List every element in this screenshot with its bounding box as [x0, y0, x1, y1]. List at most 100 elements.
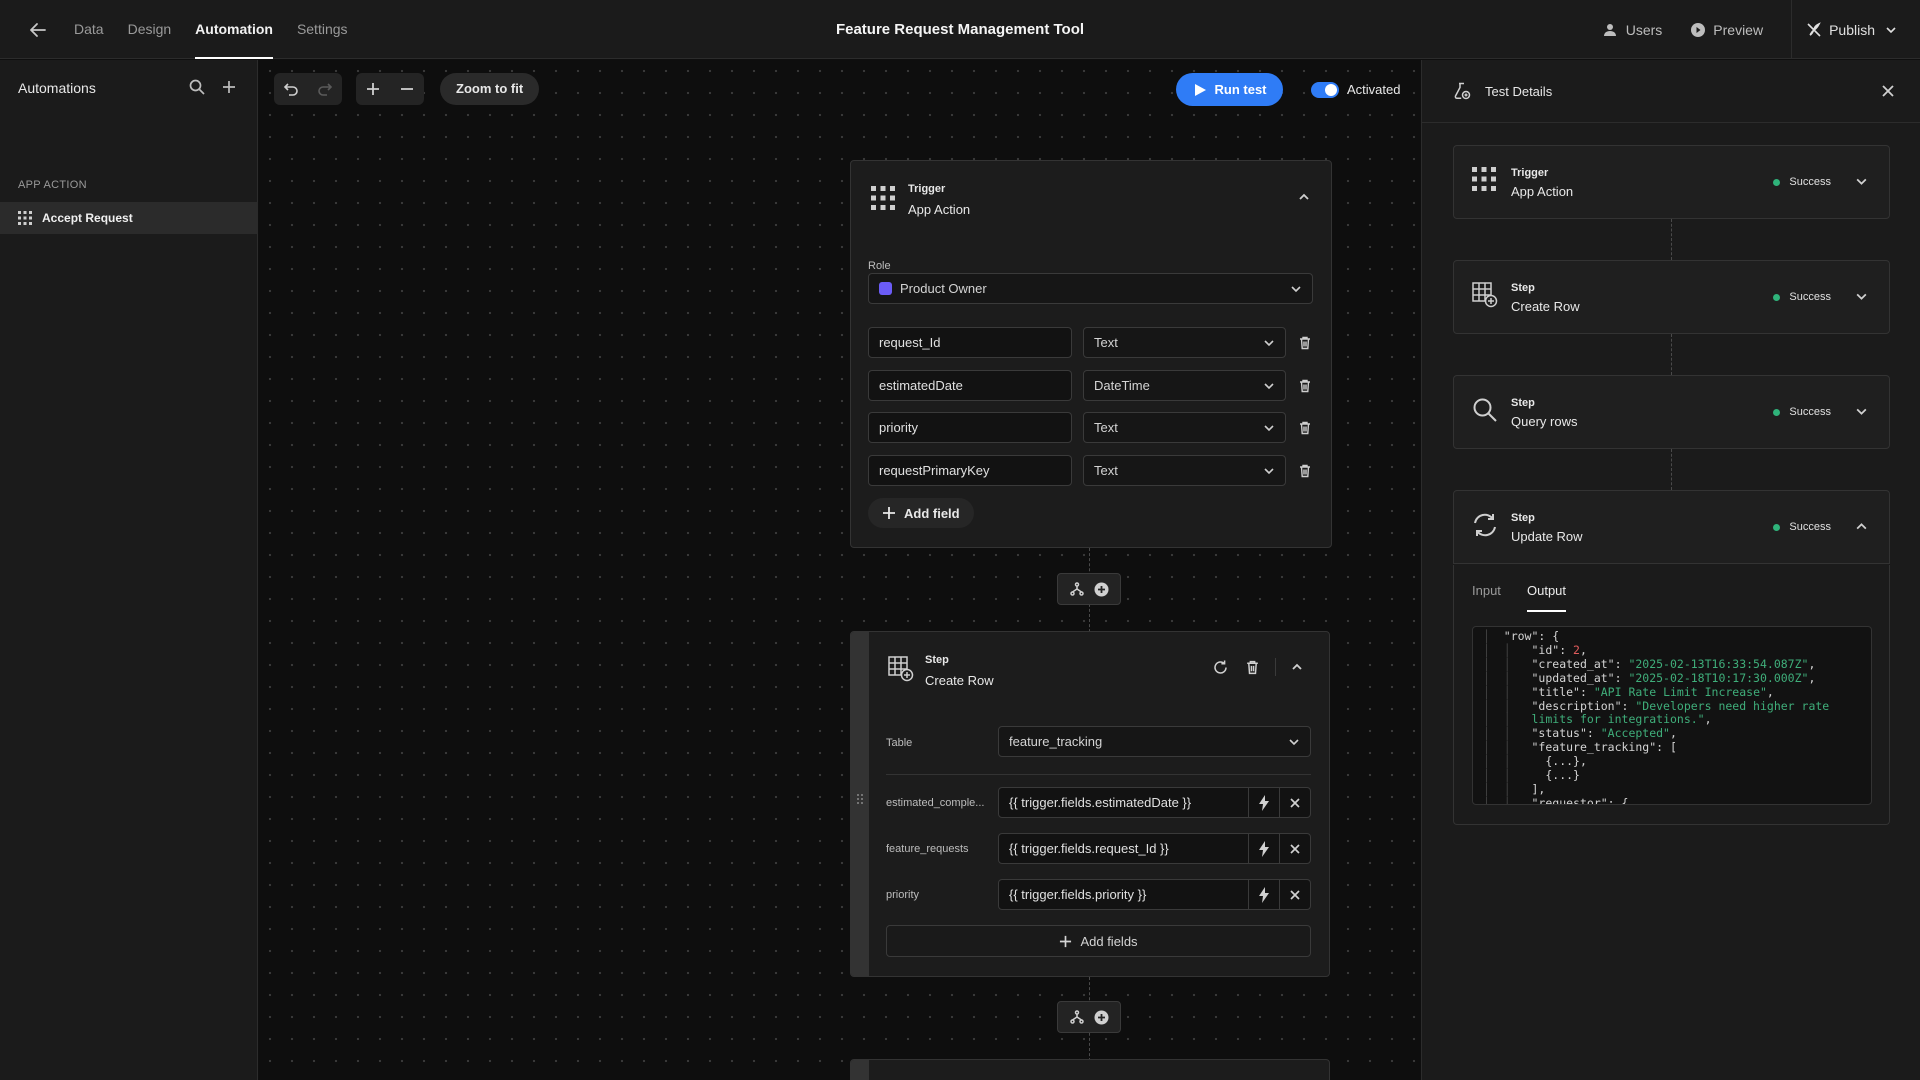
add-field-button[interactable]: Add field — [868, 498, 974, 528]
lightning-icon[interactable] — [1248, 834, 1279, 863]
field-name-input[interactable]: request_Id — [868, 327, 1072, 358]
table-add-icon — [1472, 282, 1498, 308]
app-title: Feature Request Management Tool — [835, 21, 1085, 38]
trigger-kind: Trigger — [908, 183, 946, 195]
test-card-query-rows[interactable]: Step Query rows Success — [1453, 375, 1890, 449]
card-name: Update Row — [1511, 529, 1583, 544]
trash-icon[interactable] — [1297, 463, 1313, 479]
field-name-input[interactable]: priority — [868, 412, 1072, 443]
zoom-to-fit-button[interactable]: Zoom to fit — [440, 73, 540, 105]
mapping-input[interactable]: {{ trigger.fields.estimatedDate }} — [998, 787, 1311, 818]
card-link-line — [1671, 449, 1672, 490]
status-badge: Success — [1773, 176, 1831, 188]
trash-icon[interactable] — [1244, 659, 1261, 676]
users-button[interactable]: Users — [1603, 21, 1663, 38]
next-step-block[interactable] — [850, 1059, 1330, 1080]
field-name-input[interactable]: estimatedDate — [868, 370, 1072, 401]
undo-icon[interactable] — [274, 73, 308, 105]
field-type-select[interactable]: Text — [1083, 327, 1286, 358]
tab-input[interactable]: Input — [1472, 583, 1501, 610]
chevron-down-icon[interactable] — [1855, 290, 1868, 303]
mapping-input[interactable]: {{ trigger.fields.priority }} — [998, 879, 1311, 910]
close-icon[interactable] — [1881, 84, 1895, 98]
back-arrow-icon[interactable] — [26, 18, 50, 42]
chevron-down-icon[interactable] — [1855, 175, 1868, 188]
chevron-down-icon[interactable] — [1855, 405, 1868, 418]
tab-automation[interactable]: Automation — [195, 0, 273, 59]
sidebar-section-label: APP ACTION — [18, 179, 87, 191]
chevron-down-icon — [1885, 24, 1904, 36]
status-badge: Success — [1773, 406, 1831, 418]
mapping-value[interactable]: {{ trigger.fields.request_Id }} — [999, 841, 1248, 856]
activated-toggle[interactable] — [1311, 82, 1339, 98]
lightning-icon[interactable] — [1248, 788, 1279, 817]
tab-settings[interactable]: Settings — [297, 0, 348, 59]
card-link-line — [1671, 334, 1672, 375]
mapping-value[interactable]: {{ trigger.fields.priority }} — [999, 887, 1248, 902]
lightning-icon[interactable] — [1248, 880, 1279, 909]
step-header[interactable]: Step Create Row — [851, 632, 1329, 704]
tab-data[interactable]: Data — [74, 0, 104, 59]
close-icon[interactable] — [1279, 788, 1310, 817]
sidebar-item-label: Accept Request — [42, 211, 133, 225]
redo-icon[interactable] — [308, 73, 342, 105]
zoom-in-icon[interactable] — [356, 73, 390, 105]
preview-button[interactable]: Preview — [1690, 22, 1763, 38]
field-type-select[interactable]: Text — [1083, 455, 1286, 486]
add-step-icon[interactable] — [1089, 1010, 1114, 1025]
role-label: Role — [868, 260, 891, 272]
publish-button[interactable]: Publish — [1791, 0, 1920, 59]
zoom-out-icon[interactable] — [390, 73, 424, 105]
trash-icon[interactable] — [1297, 378, 1313, 394]
drag-handle-icon[interactable] — [856, 793, 864, 805]
chevron-down-icon — [1288, 736, 1300, 748]
search-icon[interactable] — [188, 78, 208, 98]
close-icon[interactable] — [1279, 834, 1310, 863]
field-type-select[interactable]: Text — [1083, 412, 1286, 443]
role-select[interactable]: Product Owner — [868, 273, 1313, 304]
run-test-button[interactable]: Run test — [1176, 73, 1283, 106]
table-label: Table — [886, 737, 913, 749]
field-name-input[interactable]: requestPrimaryKey — [868, 455, 1072, 486]
table-add-icon — [888, 656, 914, 682]
trash-icon[interactable] — [1297, 335, 1313, 351]
users-label: Users — [1625, 21, 1663, 38]
add-fields-button[interactable]: Add fields — [886, 925, 1311, 957]
automation-canvas[interactable]: Zoom to fit Run test Activated Trigger A… — [259, 60, 1420, 1080]
add-step-icon[interactable] — [1089, 582, 1114, 597]
chevron-up-icon[interactable] — [1297, 190, 1311, 204]
field-type-value: DateTime — [1094, 378, 1150, 393]
tab-design[interactable]: Design — [128, 0, 172, 59]
table-value: feature_tracking — [1009, 734, 1103, 749]
test-card-update-row[interactable]: Step Update Row Success — [1453, 490, 1890, 564]
mapping-input[interactable]: {{ trigger.fields.request_Id }} — [998, 833, 1311, 864]
users-icon — [1603, 22, 1626, 38]
chevron-up-icon[interactable] — [1855, 520, 1868, 533]
header-divider — [1275, 658, 1276, 676]
table-select[interactable]: feature_tracking — [998, 726, 1311, 757]
add-fields-label: Add fields — [1080, 933, 1138, 949]
sidebar-item-accept-request[interactable]: Accept Request — [0, 202, 258, 234]
drag-rail[interactable] — [851, 1060, 869, 1080]
trash-icon[interactable] — [1297, 420, 1313, 436]
panel-title: Test Details — [1485, 84, 1553, 99]
trigger-header[interactable]: Trigger App Action — [851, 161, 1331, 233]
test-card-trigger[interactable]: Trigger App Action Success — [1453, 145, 1890, 219]
output-json-viewer[interactable]: │ "row": { │ │ "id": 2, │ │ "created_at"… — [1472, 626, 1872, 805]
status-dot — [1773, 523, 1781, 531]
add-icon[interactable] — [220, 78, 240, 98]
mapping-value[interactable]: {{ trigger.fields.estimatedDate }} — [999, 795, 1248, 810]
test-card-create-row[interactable]: Step Create Row Success — [1453, 260, 1890, 334]
branch-icon[interactable] — [1065, 1010, 1089, 1024]
chevron-up-icon[interactable] — [1290, 660, 1304, 674]
chevron-down-icon — [1263, 380, 1275, 392]
close-icon[interactable] — [1279, 880, 1310, 909]
plus-icon — [1059, 935, 1080, 948]
test-output-section: Input Output │ "row": { │ │ "id": 2, │ │… — [1453, 565, 1890, 825]
field-type-select[interactable]: DateTime — [1083, 370, 1286, 401]
tab-output[interactable]: Output — [1527, 583, 1567, 612]
section-divider — [886, 774, 1311, 775]
refresh-icon[interactable] — [1212, 659, 1229, 676]
status-text: Success — [1789, 291, 1831, 303]
branch-icon[interactable] — [1065, 582, 1089, 596]
